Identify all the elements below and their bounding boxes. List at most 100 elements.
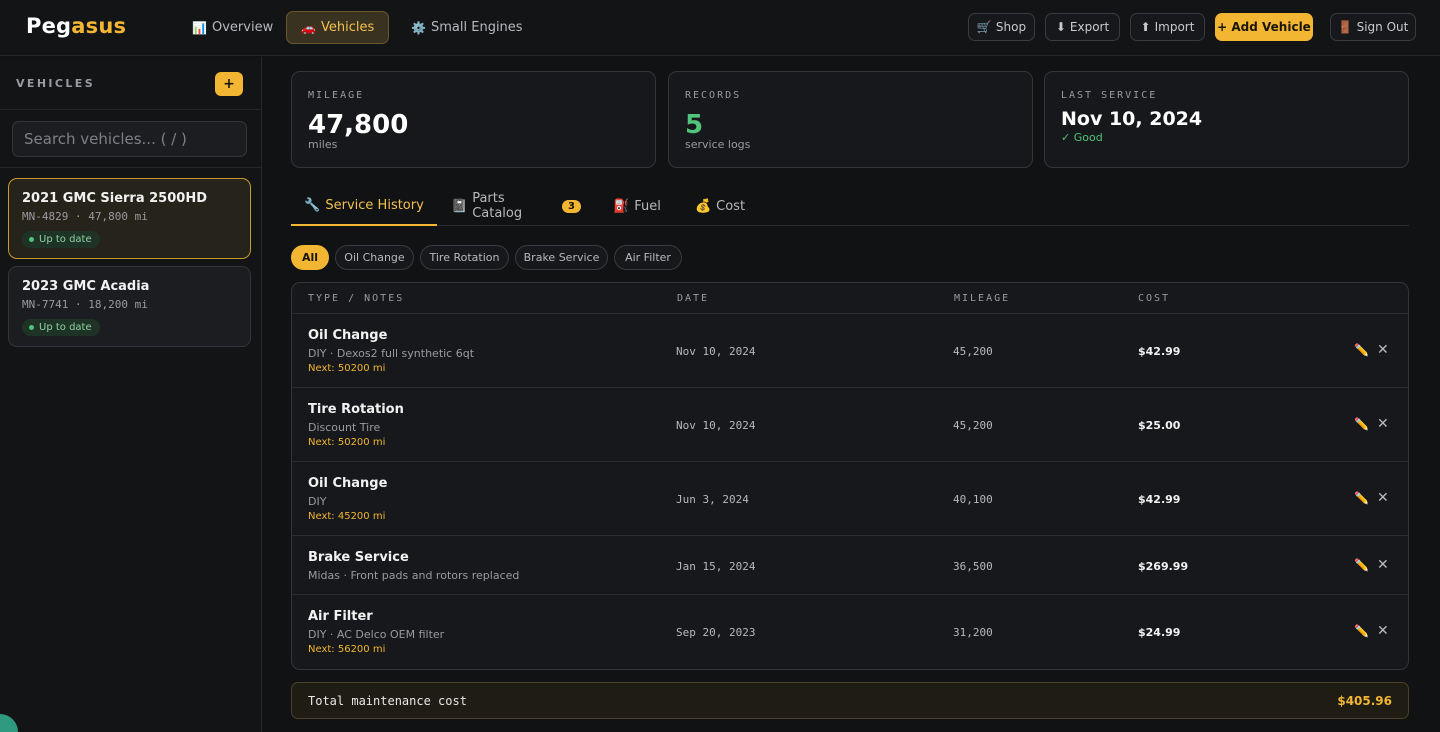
upload-icon: ⬆	[1140, 20, 1151, 34]
sidebar: VEHICLES + 2021 GMC Sierra 2500HD MN-482…	[0, 57, 262, 732]
sign-out-label: Sign Out	[1356, 20, 1409, 34]
car-icon: 🚗	[301, 20, 316, 35]
notebook-icon: 📓	[451, 198, 468, 214]
row-notes: Discount Tire	[308, 421, 381, 434]
status-text: Up to date	[39, 322, 92, 333]
row-next-service: Next: 56200 mi	[308, 644, 386, 655]
filter-brake-service[interactable]: Brake Service	[515, 245, 608, 270]
table-row: Tire Rotation Discount Tire Next: 50200 …	[292, 388, 1408, 462]
last-service-label: LAST SERVICE	[1061, 90, 1158, 101]
search-input[interactable]	[12, 121, 247, 157]
logo-accent-text: asus	[71, 14, 127, 38]
row-date: Jun 3, 2024	[676, 493, 749, 506]
row-type: Tire Rotation	[308, 402, 404, 417]
money-bag-icon: 💰	[694, 198, 712, 214]
row-cost: $42.99	[1138, 493, 1181, 506]
edit-icon[interactable]: ✏️	[1354, 624, 1369, 638]
row-next-service: Next: 50200 mi	[308, 363, 386, 374]
tab-service-history[interactable]: 🔧 Service History	[291, 186, 437, 226]
filter-tire-rotation[interactable]: Tire Rotation	[420, 245, 509, 270]
row-cost: $42.99	[1138, 345, 1181, 358]
chart-icon: 📊	[192, 20, 207, 35]
delete-icon[interactable]: ✕	[1377, 490, 1389, 506]
vehicle-card-sierra[interactable]: 2021 GMC Sierra 2500HD MN-4829 · 47,800 …	[8, 178, 251, 259]
vehicle-name: 2023 GMC Acadia	[22, 279, 150, 294]
door-icon: 🚪	[1337, 20, 1353, 34]
tab-parts-catalog[interactable]: 📓 Parts Catalog 3	[451, 186, 581, 226]
sidebar-title: VEHICLES	[16, 77, 96, 90]
vehicle-meta: MN-4829 · 47,800 mi	[22, 210, 148, 223]
delete-icon[interactable]: ✕	[1377, 416, 1389, 432]
status-dot-icon	[29, 325, 34, 330]
nav-small-engines[interactable]: ⚙️ Small Engines	[396, 11, 538, 44]
status-badge: Up to date	[22, 319, 100, 336]
shop-button[interactable]: 🛒 Shop	[968, 13, 1035, 41]
row-mileage: 45,200	[953, 419, 993, 432]
add-vehicle-small-button[interactable]: +	[215, 72, 243, 96]
nav-vehicles-label: Vehicles	[321, 20, 375, 35]
import-button[interactable]: ⬆ Import	[1130, 13, 1205, 41]
last-service-status: ✓ Good	[1061, 131, 1103, 144]
row-type: Oil Change	[308, 328, 388, 343]
row-notes: DIY · Dexos2 full synthetic 6qt	[308, 347, 475, 360]
export-label: Export	[1069, 20, 1110, 34]
records-value: 5	[685, 110, 704, 140]
sidebar-header: VEHICLES +	[0, 57, 261, 110]
vehicle-name: 2021 GMC Sierra 2500HD	[22, 191, 207, 206]
wrench-icon: 🔧	[304, 197, 321, 213]
export-button[interactable]: ⬇ Export	[1045, 13, 1120, 41]
records-label: RECORDS	[685, 90, 742, 101]
delete-icon[interactable]: ✕	[1377, 557, 1389, 573]
fuel-pump-icon: ⛽	[613, 198, 630, 214]
vehicle-card-acadia[interactable]: 2023 GMC Acadia MN-7741 · 18,200 mi Up t…	[8, 266, 251, 347]
logo-text: Peg	[26, 14, 72, 38]
filter-air-filter[interactable]: Air Filter	[614, 245, 682, 270]
sign-out-button[interactable]: 🚪 Sign Out	[1330, 13, 1416, 41]
nav-vehicles[interactable]: 🚗 Vehicles	[286, 11, 390, 44]
delete-icon[interactable]: ✕	[1377, 342, 1389, 358]
table-header: TYPE / NOTES DATE MILEAGE COST	[292, 283, 1408, 314]
tab-cost[interactable]: 💰 Cost	[689, 186, 751, 226]
table-row: Air Filter DIY · AC Delco OEM filter Nex…	[292, 595, 1408, 669]
delete-icon[interactable]: ✕	[1377, 623, 1389, 639]
row-notes: DIY · AC Delco OEM filter	[308, 628, 445, 641]
table-row: Oil Change DIY · Dexos2 full synthetic 6…	[292, 314, 1408, 388]
filter-all[interactable]: All	[291, 245, 329, 270]
row-date: Sep 20, 2023	[676, 626, 756, 639]
tab-label: Service History	[325, 197, 424, 213]
nav-overview[interactable]: 📊 Overview	[177, 11, 288, 44]
nav-overview-label: Overview	[212, 20, 274, 35]
edit-icon[interactable]: ✏️	[1354, 343, 1369, 357]
mileage-unit: miles	[308, 138, 338, 151]
cart-icon: 🛒	[976, 20, 992, 34]
table-row: Oil Change DIY Next: 45200 mi Jun 3, 202…	[292, 462, 1408, 536]
edit-icon[interactable]: ✏️	[1354, 417, 1369, 431]
total-cost-bar: Total maintenance cost $405.96	[291, 682, 1409, 719]
add-vehicle-button[interactable]: + Add Vehicle	[1215, 13, 1313, 41]
edit-icon[interactable]: ✏️	[1354, 558, 1369, 572]
tab-fuel[interactable]: ⛽ Fuel	[609, 186, 665, 226]
column-header-cost: COST	[1138, 293, 1171, 304]
column-header-type: TYPE / NOTES	[308, 293, 405, 304]
row-date: Nov 10, 2024	[676, 419, 756, 432]
import-label: Import	[1154, 20, 1195, 34]
row-mileage: 31,200	[953, 626, 993, 639]
mileage-label: MILEAGE	[308, 90, 365, 101]
table-row: Brake Service Midas · Front pads and rot…	[292, 536, 1408, 595]
tab-label: Cost	[716, 198, 746, 214]
last-service-card: LAST SERVICE Nov 10, 2024 ✓ Good	[1044, 71, 1409, 168]
total-cost-value: $405.96	[1337, 694, 1392, 708]
nav-small-engines-label: Small Engines	[431, 20, 523, 35]
row-type: Oil Change	[308, 476, 388, 491]
row-cost: $269.99	[1138, 560, 1189, 573]
app-logo[interactable]: Pegasus	[26, 14, 126, 38]
gear-icon: ⚙️	[411, 20, 426, 35]
edit-icon[interactable]: ✏️	[1354, 491, 1369, 505]
search-container	[0, 110, 261, 168]
row-mileage: 45,200	[953, 345, 993, 358]
tab-label: Parts Catalog	[472, 191, 523, 221]
filter-oil-change[interactable]: Oil Change	[335, 245, 414, 270]
column-header-mileage: MILEAGE	[954, 293, 1011, 304]
row-cost: $24.99	[1138, 626, 1181, 639]
row-next-service: Next: 45200 mi	[308, 511, 386, 522]
